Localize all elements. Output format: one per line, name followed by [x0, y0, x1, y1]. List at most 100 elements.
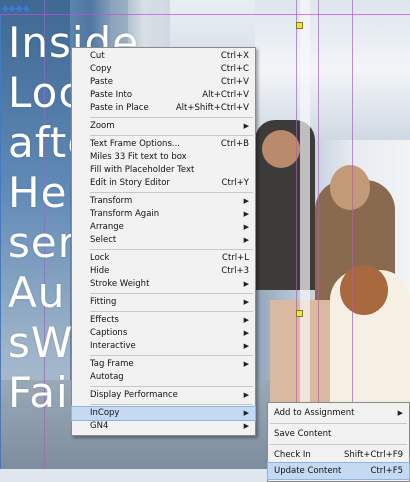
menu-separator [90, 293, 253, 294]
menu-item-display-performance[interactable]: Display Performance ▶ [72, 389, 255, 402]
incopy-submenu: Add to Assignment ▶ Save Content Check In… [267, 402, 410, 482]
menu-item-label: InCopy [90, 408, 120, 418]
menu-separator [270, 423, 407, 424]
menu-item-paste[interactable]: Paste Ctrl+V [72, 76, 255, 89]
menu-item-label: Paste in Place [90, 103, 149, 113]
context-menu: Cut Ctrl+X Copy Ctrl+C Paste Ctrl+V Paste I… [71, 47, 256, 436]
menu-item-shortcut: Alt+Ctrl+V [202, 90, 249, 100]
menu-item-interactive[interactable]: Interactive ▶ [72, 340, 255, 353]
menu-item-zoom[interactable]: Zoom ▶ [72, 120, 255, 133]
menu-item-shortcut: Ctrl+V [220, 77, 249, 87]
menu-item-label: Tag Frame [90, 359, 134, 369]
menu-separator [90, 135, 253, 136]
submenu-arrow-icon: ▶ [243, 329, 249, 337]
menu-item-captions[interactable]: Captions ▶ [72, 327, 255, 340]
photo-region [330, 165, 370, 210]
submenu-arrow-icon: ▶ [397, 409, 403, 417]
menu-item-label: Text Frame Options... [90, 139, 180, 149]
menu-item-select[interactable]: Select ▶ [72, 234, 255, 247]
menu-item-shortcut: Ctrl+B [220, 139, 249, 149]
menu-item-label: Lock [90, 253, 110, 263]
menu-item-label: Update Content [274, 466, 342, 476]
menu-separator [90, 249, 253, 250]
menu-item-paste-into[interactable]: Paste Into Alt+Ctrl+V [72, 89, 255, 102]
layout-guide [352, 0, 353, 469]
menu-item-update-content[interactable]: Update Content Ctrl+F5 [267, 462, 410, 480]
submenu-arrow-icon: ▶ [243, 236, 249, 244]
menu-separator [90, 355, 253, 356]
menu-item-shortcut: Ctrl+L [222, 253, 249, 263]
menu-item-label: Autotag [90, 372, 124, 382]
menu-item-incopy[interactable]: InCopy ▶ [71, 406, 256, 421]
menu-item-label: GN4 [90, 421, 109, 431]
submenu-arrow-icon: ▶ [243, 342, 249, 350]
submenu-arrow-icon: ▶ [243, 280, 249, 288]
menu-item-fill-placeholder[interactable]: Fill with Placeholder Text [72, 164, 255, 177]
menu-item-edit-in-story-editor[interactable]: Edit in Story Editor Ctrl+Y [72, 177, 255, 190]
menu-item-gn4[interactable]: GN4 ▶ [72, 420, 255, 433]
menu-item-label: Arrange [90, 222, 124, 232]
menu-item-add-to-assignment[interactable]: Add to Assignment ▶ [268, 405, 409, 421]
menu-separator [90, 311, 253, 312]
menu-item-paste-in-place[interactable]: Paste in Place Alt+Shift+Ctrl+V [72, 102, 255, 115]
menu-item-label: Stroke Weight [90, 279, 150, 289]
menu-item-label: Copy [90, 64, 112, 74]
menu-item-tag-frame[interactable]: Tag Frame ▶ [72, 358, 255, 371]
menu-item-check-in[interactable]: Check In Shift+Ctrl+F9 [268, 447, 409, 463]
submenu-arrow-icon: ▶ [243, 316, 249, 324]
menu-item-label: Edit in Story Editor [90, 178, 170, 188]
menu-item-text-frame-options[interactable]: Text Frame Options... Ctrl+B [72, 138, 255, 151]
menu-item-label: Check In [274, 450, 311, 460]
menu-separator [270, 444, 407, 445]
menu-item-copy[interactable]: Copy Ctrl+C [72, 63, 255, 76]
layout-guide [318, 0, 319, 469]
menu-item-stroke-weight[interactable]: Stroke Weight ▶ [72, 278, 255, 291]
menu-item-label: Interactive [90, 341, 136, 351]
menu-separator [90, 386, 253, 387]
menu-item-shortcut: Ctrl+C [220, 64, 249, 74]
frame-handle[interactable] [296, 310, 303, 317]
menu-item-label: Captions [90, 328, 128, 338]
submenu-arrow-icon: ▶ [243, 122, 249, 130]
menu-item-cut[interactable]: Cut Ctrl+X [72, 50, 255, 63]
menu-item-label: Miles 33 Fit text to box [90, 152, 187, 162]
menu-item-label: Paste Into [90, 90, 133, 100]
menu-item-shortcut: Ctrl+3 [221, 266, 249, 276]
menu-item-shortcut: Alt+Shift+Ctrl+V [175, 103, 249, 113]
menu-item-shortcut: Shift+Ctrl+F9 [344, 450, 403, 460]
menu-item-label: Save Content [274, 429, 332, 439]
menu-item-lock[interactable]: Lock Ctrl+L [72, 252, 255, 265]
submenu-arrow-icon: ▶ [243, 409, 249, 417]
menu-item-fit-text-to-box[interactable]: Miles 33 Fit text to box [72, 151, 255, 164]
menu-item-label: Display Performance [90, 390, 178, 400]
menu-separator [90, 192, 253, 193]
menu-item-save-content[interactable]: Save Content [268, 426, 409, 442]
menu-separator [90, 117, 253, 118]
menu-item-label: Transform [90, 196, 133, 206]
menu-separator [90, 404, 253, 405]
menu-item-transform-again[interactable]: Transform Again ▶ [72, 208, 255, 221]
menu-item-label: Paste [90, 77, 113, 87]
menu-item-arrange[interactable]: Arrange ▶ [72, 221, 255, 234]
menu-item-effects[interactable]: Effects ▶ [72, 314, 255, 327]
submenu-arrow-icon: ▶ [243, 223, 249, 231]
menu-item-shortcut: Ctrl+Y [221, 178, 249, 188]
menu-item-autotag[interactable]: Autotag [72, 371, 255, 384]
photo-region [300, 0, 310, 469]
menu-item-fitting[interactable]: Fitting ▶ [72, 296, 255, 309]
menu-item-label: Hide [90, 266, 110, 276]
submenu-arrow-icon: ▶ [243, 360, 249, 368]
menu-item-label: Cut [90, 51, 105, 61]
menu-item-label: Transform Again [90, 209, 160, 219]
menu-item-shortcut: Ctrl+X [220, 51, 249, 61]
submenu-arrow-icon: ▶ [243, 391, 249, 399]
frame-handle[interactable] [296, 22, 303, 29]
menu-item-label: Fitting [90, 297, 117, 307]
menu-item-label: Add to Assignment [274, 408, 355, 418]
menu-item-label: Effects [90, 315, 119, 325]
menu-item-label: Zoom [90, 121, 115, 131]
menu-item-label: Fill with Placeholder Text [90, 165, 195, 175]
menu-item-hide[interactable]: Hide Ctrl+3 [72, 265, 255, 278]
frame-anchor-marker: ◆◆◆◆ [2, 4, 30, 14]
menu-item-transform[interactable]: Transform ▶ [72, 195, 255, 208]
